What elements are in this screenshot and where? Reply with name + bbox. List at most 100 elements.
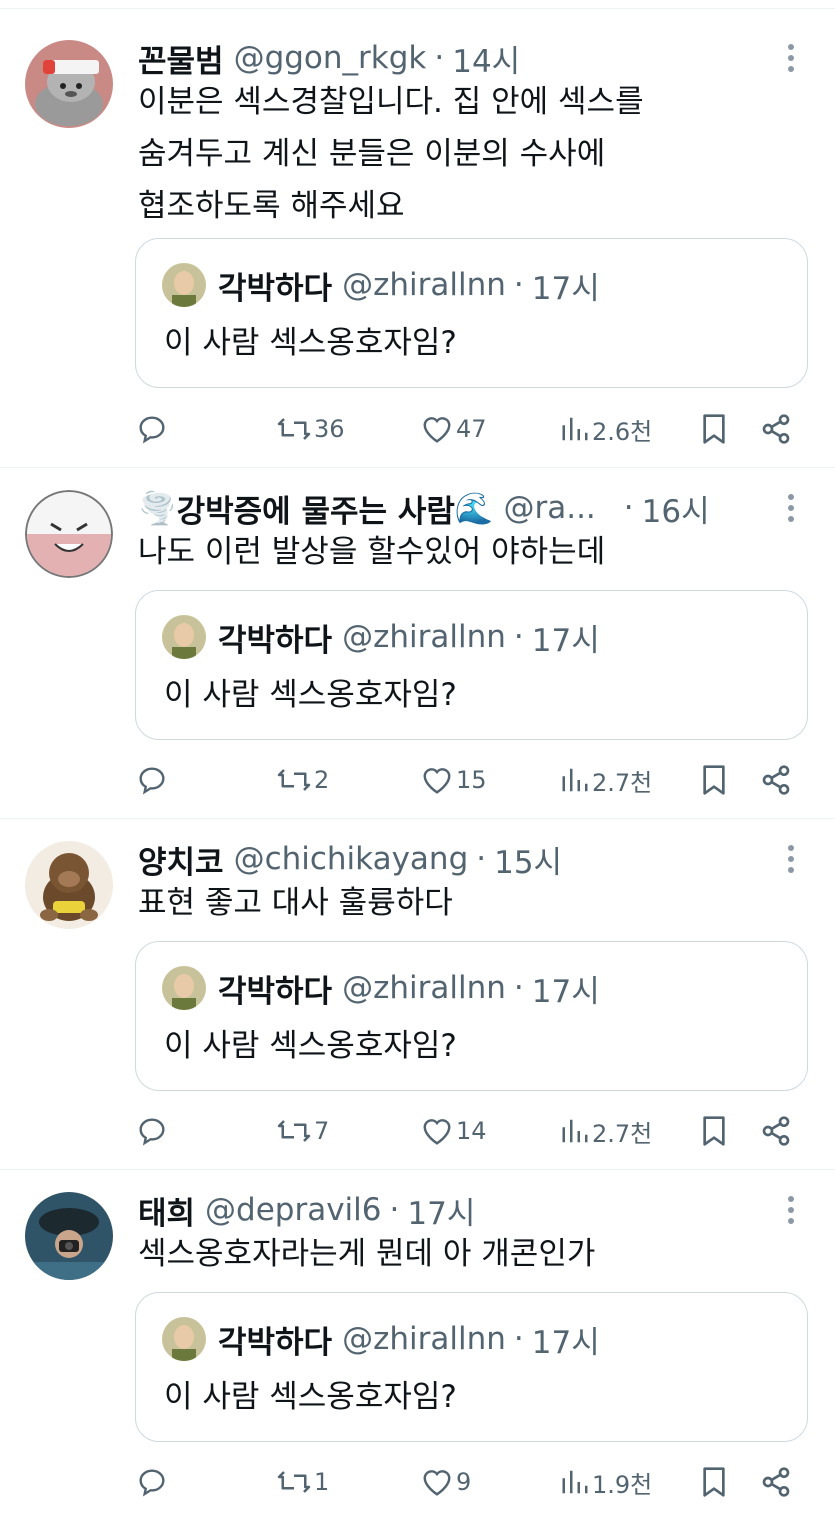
reply-icon	[139, 416, 165, 444]
share-button[interactable]	[760, 409, 792, 449]
tweet-text: 나도 이런 발상을 할수있어 야하는데	[138, 526, 788, 578]
user-handle[interactable]: @depravil6	[205, 1192, 381, 1228]
reply-tweet[interactable]: 꼰물범 @ggon_rkgk · 14시 이분은 섹스경찰입니다. 집 안에 섹…	[0, 18, 835, 468]
user-handle[interactable]: @ggon_rkgk	[234, 40, 427, 76]
more-vertical-icon	[788, 1196, 794, 1224]
like-button[interactable]: 9	[420, 1462, 471, 1502]
view-count: 2.6천	[592, 417, 653, 446]
display-name[interactable]: 태희	[138, 1188, 195, 1233]
timestamp[interactable]: 14시	[452, 36, 520, 81]
tweet-text-line: 표현 좋고 대사 훌륭하다	[138, 885, 453, 921]
user-handle[interactable]: @ra...	[503, 490, 595, 526]
retweet-button[interactable]: 36	[276, 409, 345, 449]
person-photo-avatar-icon	[162, 615, 206, 659]
more-options-button[interactable]	[776, 1190, 806, 1230]
retweet-count: 36	[314, 415, 345, 443]
display-name[interactable]: 양치코	[138, 837, 224, 882]
reply-button[interactable]	[136, 1462, 168, 1502]
bookmark-button[interactable]	[700, 1111, 728, 1151]
tweet-text-line: 나도 이런 발상을 할수있어 야하는데	[138, 534, 606, 570]
reply-button[interactable]	[136, 409, 168, 449]
reply-tweet[interactable]: 태희 @depravil6 · 17시 섹스옹호자라는게 뭔데 아 개콘인가 각…	[0, 1170, 835, 1518]
avatar[interactable]	[25, 841, 113, 929]
views-button[interactable]: 2.7천	[560, 760, 652, 800]
separator-dot: ·	[513, 1321, 524, 1357]
share-button[interactable]	[760, 1111, 792, 1151]
reply-button[interactable]	[136, 760, 168, 800]
quoted-header: 각박하다 @zhirallnn · 17시	[218, 263, 600, 307]
like-button[interactable]: 14	[420, 1111, 487, 1151]
view-count: 2.7천	[592, 1119, 653, 1148]
quoted-tweet[interactable]: 각박하다 @zhirallnn · 17시 이 사람 섹스옹호자임?	[135, 238, 808, 388]
avatar[interactable]	[25, 1192, 113, 1280]
share-button[interactable]	[760, 1462, 792, 1502]
bar-chart-icon	[562, 1119, 588, 1143]
display-name[interactable]: 꼰물범	[138, 36, 224, 81]
views-button[interactable]: 1.9천	[560, 1462, 652, 1502]
retweet-button[interactable]: 1	[276, 1462, 329, 1502]
like-count: 15	[456, 766, 487, 794]
avatar[interactable]	[25, 490, 113, 578]
quoted-timestamp: 17시	[531, 1324, 600, 1361]
quoted-avatar	[162, 263, 206, 307]
timestamp[interactable]: 15시	[494, 837, 562, 882]
display-name[interactable]: 강박증에 물주는 사람	[177, 486, 455, 531]
quoted-text: 이 사람 섹스옹호자임?	[164, 1028, 457, 1064]
quoted-text: 이 사람 섹스옹호자임?	[164, 1379, 457, 1415]
timestamp[interactable]: 17시	[407, 1188, 475, 1233]
retweet-count: 1	[314, 1468, 330, 1496]
separator-dot: ·	[434, 40, 445, 76]
tweet-text: 섹스옹호자라는게 뭔데 아 개콘인가	[138, 1228, 788, 1280]
bookmark-button[interactable]	[700, 760, 728, 800]
action-bar: 36 47 2.6천	[0, 409, 835, 449]
quoted-header: 각박하다 @zhirallnn · 17시	[218, 966, 600, 1010]
retweet-button[interactable]: 7	[276, 1111, 329, 1151]
user-handle[interactable]: @chichikayang	[234, 841, 469, 877]
tweet-header: 🌪️ 강박증에 물주는 사람 🌊 @ra... · 16시	[138, 486, 710, 530]
views-button[interactable]: 2.6천	[560, 409, 652, 449]
quoted-tweet[interactable]: 각박하다 @zhirallnn · 17시 이 사람 섹스옹호자임?	[135, 1292, 808, 1442]
reply-tweet[interactable]: 🌪️ 강박증에 물주는 사람 🌊 @ra... · 16시 나도 이런 발상을 …	[0, 468, 835, 819]
tweet-text: 이분은 섹스경찰입니다. 집 안에 섹스를 숨겨두고 계신 분들은 이분의 수사…	[138, 76, 788, 232]
tweet-text-line: 섹스옹호자라는게 뭔데 아 개콘인가	[138, 1236, 596, 1272]
quoted-header: 각박하다 @zhirallnn · 17시	[218, 1317, 600, 1361]
timestamp[interactable]: 16시	[642, 486, 710, 531]
action-bar: 7 14 2.7천	[0, 1111, 835, 1151]
more-vertical-icon	[788, 44, 794, 72]
retweet-icon	[277, 418, 311, 440]
more-options-button[interactable]	[776, 488, 806, 528]
views-button[interactable]: 2.7천	[560, 1111, 652, 1151]
separator-dot: ·	[513, 970, 524, 1006]
reply-tweet[interactable]: 양치코 @chichikayang · 15시 표현 좋고 대사 훌륭하다 각박…	[0, 819, 835, 1170]
avatar[interactable]	[25, 40, 113, 128]
bookmark-icon	[703, 765, 725, 795]
more-options-button[interactable]	[776, 839, 806, 879]
bookmark-icon	[703, 414, 725, 444]
bookmark-button[interactable]	[700, 409, 728, 449]
like-button[interactable]: 15	[420, 760, 487, 800]
tweet-text-line: 협조하도록 해주세요	[138, 188, 405, 224]
retweet-button[interactable]: 2	[276, 760, 329, 800]
separator-dot: ·	[476, 841, 487, 877]
bookmark-button[interactable]	[700, 1462, 728, 1502]
action-bar: 2 15 2.7천	[0, 760, 835, 800]
bar-chart-icon	[562, 417, 588, 441]
quoted-header: 각박하다 @zhirallnn · 17시	[218, 615, 600, 659]
like-button[interactable]: 47	[420, 409, 487, 449]
retweet-count: 7	[314, 1117, 330, 1145]
action-bar: 1 9 1.9천	[0, 1462, 835, 1502]
heart-icon	[423, 768, 451, 794]
quoted-tweet[interactable]: 각박하다 @zhirallnn · 17시 이 사람 섹스옹호자임?	[135, 941, 808, 1091]
bar-chart-icon	[562, 1470, 588, 1494]
reply-icon	[139, 1469, 165, 1497]
like-count: 47	[456, 415, 487, 443]
like-count: 9	[456, 1468, 472, 1496]
share-icon	[762, 765, 790, 795]
reply-button[interactable]	[136, 1111, 168, 1151]
share-button[interactable]	[760, 760, 792, 800]
view-count: 2.7천	[592, 768, 653, 797]
electrode-avatar-icon	[25, 490, 113, 578]
quoted-tweet[interactable]: 각박하다 @zhirallnn · 17시 이 사람 섹스옹호자임?	[135, 590, 808, 740]
quoted-handle: @zhirallnn	[342, 267, 506, 303]
more-options-button[interactable]	[776, 38, 806, 78]
